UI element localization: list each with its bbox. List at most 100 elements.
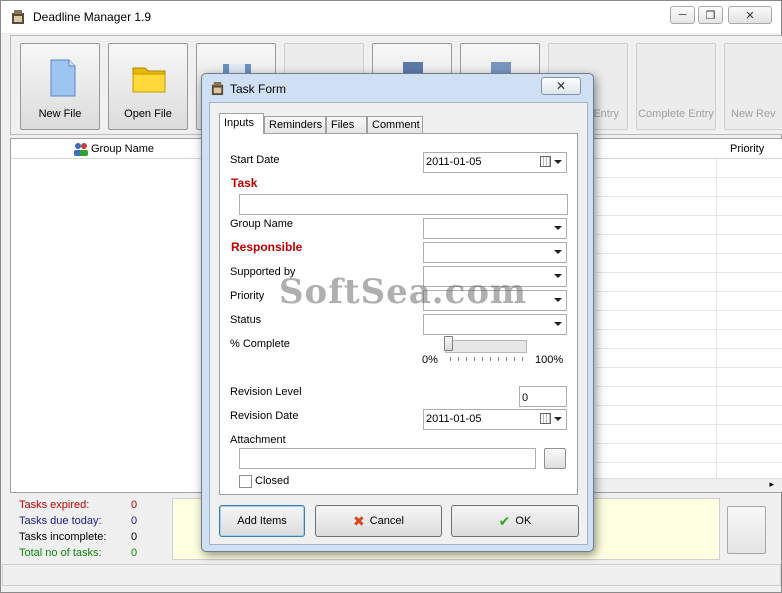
title-bar: Deadline Manager 1.9 ─ ❐ ✕: [1, 1, 781, 33]
tasks-incomplete-label: Tasks incomplete:: [19, 531, 107, 543]
table-row[interactable]: [596, 387, 782, 406]
attachment-label: Attachment: [230, 434, 286, 446]
col-priority[interactable]: Priority: [730, 143, 764, 155]
cancel-label: Cancel: [369, 515, 404, 527]
table-row[interactable]: [596, 159, 782, 178]
closed-checkbox[interactable]: [239, 475, 252, 488]
ok-button[interactable]: ✔ OK: [451, 505, 579, 537]
group-name-select[interactable]: [423, 218, 567, 239]
new-file-button[interactable]: New File: [20, 43, 100, 130]
maximize-button[interactable]: ❐: [698, 6, 723, 24]
attachment-input[interactable]: [239, 448, 536, 469]
minimize-icon: ─: [678, 9, 687, 21]
complete-entry-label: Complete Entry: [638, 108, 714, 120]
calendar-icon[interactable]: [540, 156, 551, 167]
chevron-down-icon[interactable]: [554, 160, 562, 164]
dialog-close-button[interactable]: ✕: [541, 77, 581, 95]
table-row[interactable]: [596, 349, 782, 368]
new-file-label: New File: [38, 108, 82, 120]
task-stats-panel: Tasks expired: 0 Tasks due today: 0 Task…: [10, 496, 170, 560]
col-group-name[interactable]: Group Name: [91, 143, 154, 155]
status-label: Status: [230, 314, 262, 326]
tab-files[interactable]: Files: [326, 116, 367, 133]
chevron-down-icon: [554, 226, 562, 230]
ok-label: OK: [515, 515, 532, 527]
inputs-panel: Start Date 2011-01-05 Task Group Name Re…: [219, 133, 578, 495]
slider-min-label: 0%: [422, 354, 438, 366]
dialog-body: Inputs Reminders Files Comment Start Dat…: [209, 102, 588, 545]
table-row[interactable]: [596, 330, 782, 349]
folder-icon: [132, 67, 166, 93]
priority-label: Priority: [230, 290, 265, 302]
revision-level-input[interactable]: [519, 386, 567, 407]
table-row[interactable]: [596, 178, 782, 197]
closed-label: Closed: [255, 475, 290, 487]
dialog-app-icon: [211, 81, 224, 96]
add-items-button[interactable]: Add Items: [219, 505, 305, 537]
complete-entry-button[interactable]: Complete Entry: [636, 43, 716, 130]
tasks-expired-value: 0: [131, 499, 138, 511]
chevron-down-icon[interactable]: [554, 417, 562, 421]
group-name-label: Group Name: [230, 218, 293, 230]
slider-max-label: 100%: [535, 354, 564, 366]
slider-thumb[interactable]: [444, 336, 453, 351]
revision-level-label: Revision Level: [230, 386, 302, 398]
status-select[interactable]: [423, 314, 567, 335]
chevron-down-icon: [554, 274, 562, 278]
table-row[interactable]: [596, 368, 782, 387]
start-date-label: Start Date: [230, 154, 280, 166]
responsible-select[interactable]: [423, 242, 567, 263]
open-file-button[interactable]: Open File: [108, 43, 188, 130]
open-file-label: Open File: [124, 108, 172, 120]
tab-comment[interactable]: Comment: [367, 116, 423, 133]
dialog-title: Task Form: [230, 82, 287, 96]
chevron-down-icon: [554, 322, 562, 326]
start-date-picker[interactable]: 2011-01-05: [423, 152, 567, 173]
tasks-expired-label: Tasks expired:: [19, 499, 90, 511]
revision-date-picker[interactable]: 2011-01-05: [423, 409, 567, 430]
percent-complete-label: % Complete: [230, 338, 290, 350]
tab-reminders[interactable]: Reminders: [264, 116, 326, 133]
table-row[interactable]: [596, 292, 782, 311]
total-tasks-label: Total no of tasks:: [19, 547, 102, 559]
dialog-title-bar: Task Form ✕: [202, 74, 593, 102]
revision-date-value: 2011-01-05: [426, 413, 482, 425]
table-row[interactable]: [596, 425, 782, 444]
app-icon: [12, 10, 24, 24]
browse-attachment-button[interactable]: [544, 448, 566, 469]
status-bar: [2, 564, 781, 586]
table-row[interactable]: [596, 216, 782, 235]
table-row[interactable]: [596, 311, 782, 330]
start-date-value: 2011-01-05: [426, 156, 482, 168]
scroll-right-icon[interactable]: ▸: [769, 479, 774, 490]
table-row[interactable]: [596, 273, 782, 292]
grid-rows: [596, 159, 782, 479]
tab-inputs[interactable]: Inputs: [219, 113, 264, 134]
chevron-down-icon: [554, 250, 562, 254]
responsible-label: Responsible: [231, 240, 303, 254]
revision-date-label: Revision Date: [230, 410, 299, 422]
checkmark-icon: ✔: [498, 512, 511, 529]
task-label: Task: [231, 176, 258, 190]
new-revision-button[interactable]: New Rev: [724, 43, 782, 130]
side-action-button[interactable]: [727, 506, 766, 554]
task-input[interactable]: [239, 194, 568, 215]
table-row[interactable]: [596, 406, 782, 425]
table-row[interactable]: [596, 254, 782, 273]
tasks-incomplete-value: 0: [131, 531, 138, 543]
cancel-button[interactable]: ✖ Cancel: [315, 505, 442, 537]
close-window-button[interactable]: ✕: [728, 6, 772, 24]
chevron-down-icon: [554, 298, 562, 302]
close-icon: ✕: [555, 79, 567, 93]
tasks-due-today-value: 0: [131, 515, 138, 527]
minimize-button[interactable]: ─: [670, 6, 695, 24]
cancel-x-icon: ✖: [353, 512, 365, 529]
tasks-due-today-label: Tasks due today:: [19, 515, 102, 527]
table-row[interactable]: [596, 444, 782, 463]
slider-track[interactable]: [445, 340, 527, 353]
horizontal-scrollbar[interactable]: ▸: [592, 478, 782, 492]
task-form-dialog: Task Form ✕ Inputs Reminders Files Comme…: [201, 73, 594, 552]
table-row[interactable]: [596, 235, 782, 254]
table-row[interactable]: [596, 197, 782, 216]
calendar-icon[interactable]: [540, 413, 551, 424]
